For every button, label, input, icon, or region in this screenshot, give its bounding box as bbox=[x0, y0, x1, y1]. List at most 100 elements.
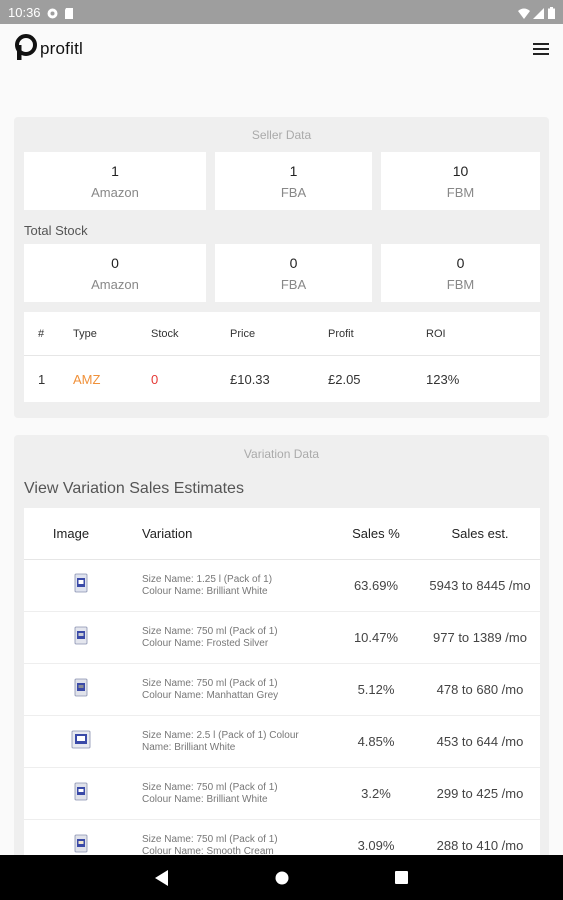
col-profit: Profit bbox=[328, 327, 354, 340]
variation-sales-heading: View Variation Sales Estimates bbox=[24, 480, 244, 497]
cell-image bbox=[24, 832, 142, 855]
cell-variation: Size Name: 750 ml (Pack of 1) Colour Name… bbox=[142, 626, 332, 650]
seller-data-card: Seller Data 1 Amazon 1 FBA 10 FBM Total … bbox=[14, 117, 549, 418]
table-row[interactable]: 1 AMZ 0 £10.33 £2.05 123% bbox=[24, 356, 540, 402]
variation-colour: Name: Brilliant White bbox=[142, 741, 236, 753]
cell-sales-pct: 4.85% bbox=[357, 734, 395, 749]
col-stock: Stock bbox=[151, 327, 179, 340]
col-type: Type bbox=[73, 327, 97, 340]
total-stock-label: Total Stock bbox=[24, 223, 88, 238]
col-sales-est: Sales est. bbox=[451, 526, 509, 541]
recents-icon[interactable] bbox=[392, 868, 412, 888]
paint-tin-icon bbox=[73, 780, 89, 802]
stat-value: 1 bbox=[289, 162, 298, 179]
paint-tin-icon bbox=[73, 676, 89, 698]
stat-value: 0 bbox=[456, 254, 465, 271]
seller-table: # Type Stock Price Profit ROI 1 AMZ 0 £1… bbox=[24, 312, 540, 402]
seller-data-title: Seller Data bbox=[251, 128, 312, 142]
seller-table-header: # Type Stock Price Profit ROI bbox=[24, 312, 540, 356]
table-row[interactable]: Size Name: 750 ml (Pack of 1) Colour Name… bbox=[24, 664, 540, 716]
table-row[interactable]: Size Name: 750 ml (Pack of 1) Colour Name… bbox=[24, 768, 540, 820]
back-icon[interactable] bbox=[152, 868, 172, 888]
cell-sales-pct: 5.12% bbox=[357, 682, 395, 697]
cell-sales-est: 453 to 644 /mo bbox=[436, 734, 524, 749]
seller-count-amazon: 1 Amazon bbox=[24, 152, 206, 210]
battery-icon bbox=[548, 6, 555, 19]
cell-stock: 0 bbox=[151, 371, 159, 387]
col-image: Image bbox=[52, 526, 90, 541]
paint-tin-icon bbox=[73, 832, 89, 854]
col-price: Price bbox=[230, 327, 256, 340]
seller-counts: 1 Amazon 1 FBA 10 FBM bbox=[24, 152, 540, 210]
cell-type: AMZ bbox=[73, 371, 101, 387]
table-row[interactable]: Size Name: 1.25 l (Pack of 1) Colour Name… bbox=[24, 560, 540, 612]
variation-colour: Colour Name: Brilliant White bbox=[142, 793, 268, 805]
variation-size: Size Name: 750 ml (Pack of 1) bbox=[142, 833, 278, 845]
logo-icon bbox=[14, 33, 38, 65]
table-row[interactable]: Size Name: 750 ml (Pack of 1) Colour Name… bbox=[24, 820, 540, 855]
col-variation: Variation bbox=[142, 525, 193, 541]
stat-label: FBM bbox=[446, 184, 475, 200]
variation-colour: Colour Name: Frosted Silver bbox=[142, 637, 269, 649]
app-logo[interactable]: profitl bbox=[14, 33, 83, 65]
cell-sales-pct: 3.2% bbox=[361, 786, 391, 801]
stat-value: 0 bbox=[111, 254, 119, 271]
variation-size: Size Name: 750 ml (Pack of 1) bbox=[142, 781, 278, 793]
cell-sales-est: 5943 to 8445 /mo bbox=[429, 578, 531, 593]
wifi-icon bbox=[518, 7, 530, 19]
cell-image bbox=[24, 728, 142, 755]
cell-image bbox=[24, 780, 142, 807]
paint-tin-icon bbox=[71, 728, 91, 750]
cell-image bbox=[24, 572, 142, 599]
variation-size: Size Name: 750 ml (Pack of 1) bbox=[142, 677, 278, 689]
status-time: 10:36 bbox=[8, 4, 41, 20]
signal-icon bbox=[533, 7, 544, 19]
cell-price: £10.33 bbox=[230, 371, 270, 387]
cell-variation: Size Name: 750 ml (Pack of 1) Colour Name… bbox=[142, 678, 332, 702]
paint-tin-icon bbox=[73, 572, 89, 594]
stat-value: 0 bbox=[289, 254, 298, 271]
stat-value: 10 bbox=[452, 162, 469, 179]
cell-sales-pct: 63.69% bbox=[353, 578, 399, 593]
variation-size: Size Name: 1.25 l (Pack of 1) bbox=[142, 573, 273, 585]
cell-sales-est: 299 to 425 /mo bbox=[436, 786, 524, 801]
status-bar: 10:36 bbox=[0, 0, 563, 24]
cell-roi: 123% bbox=[426, 371, 460, 387]
paint-tin-icon bbox=[73, 624, 89, 646]
cell-variation: Size Name: 2.5 l (Pack of 1) Colour Name:… bbox=[142, 730, 332, 754]
seller-count-fbm: 10 FBM bbox=[381, 152, 540, 210]
variation-size: Size Name: 2.5 l (Pack of 1) Colour bbox=[142, 729, 299, 741]
cell-variation: Size Name: 750 ml (Pack of 1) Colour Name… bbox=[142, 782, 332, 806]
sd-card-icon bbox=[64, 7, 75, 19]
cell-image bbox=[24, 676, 142, 703]
stat-label: Amazon bbox=[91, 276, 139, 292]
stat-value: 1 bbox=[111, 162, 119, 179]
hamburger-menu-icon[interactable] bbox=[533, 43, 549, 55]
variation-colour: Colour Name: Brilliant White bbox=[142, 585, 268, 597]
variation-table-header: Image Variation Sales % Sales est. bbox=[24, 508, 540, 560]
cell-variation: Size Name: 1.25 l (Pack of 1) Colour Name… bbox=[142, 574, 332, 598]
cell-variation: Size Name: 750 ml (Pack of 1) Colour Name… bbox=[142, 834, 332, 856]
variation-data-card: Variation Data View Variation Sales Esti… bbox=[14, 435, 549, 855]
variation-size: Size Name: 750 ml (Pack of 1) bbox=[142, 625, 278, 637]
stock-counts: 0 Amazon 0 FBA 0 FBM bbox=[24, 244, 540, 302]
seller-count-fba: 1 FBA bbox=[215, 152, 372, 210]
table-row[interactable]: Size Name: 750 ml (Pack of 1) Colour Name… bbox=[24, 612, 540, 664]
cell-profit: £2.05 bbox=[328, 371, 361, 387]
cell-sales-pct: 3.09% bbox=[357, 838, 395, 853]
system-nav-bar bbox=[0, 855, 563, 900]
stock-fba: 0 FBA bbox=[215, 244, 372, 302]
cell-sales-est: 977 to 1389 /mo bbox=[433, 630, 527, 645]
table-row[interactable]: Size Name: 2.5 l (Pack of 1) Colour Name:… bbox=[24, 716, 540, 768]
cell-number: 1 bbox=[38, 371, 46, 387]
variation-colour: Colour Name: Manhattan Grey bbox=[142, 689, 279, 701]
home-icon[interactable] bbox=[272, 868, 292, 888]
app-header: profitl bbox=[0, 24, 563, 74]
variation-table: Image Variation Sales % Sales est. Size … bbox=[24, 508, 540, 855]
variation-colour: Colour Name: Smooth Cream bbox=[142, 845, 274, 856]
stat-label: FBA bbox=[280, 184, 307, 200]
stat-label: Amazon bbox=[91, 184, 139, 200]
cell-sales-est: 288 to 410 /mo bbox=[436, 838, 524, 853]
app-name: profitl bbox=[40, 39, 83, 58]
notification-icon bbox=[47, 7, 58, 18]
